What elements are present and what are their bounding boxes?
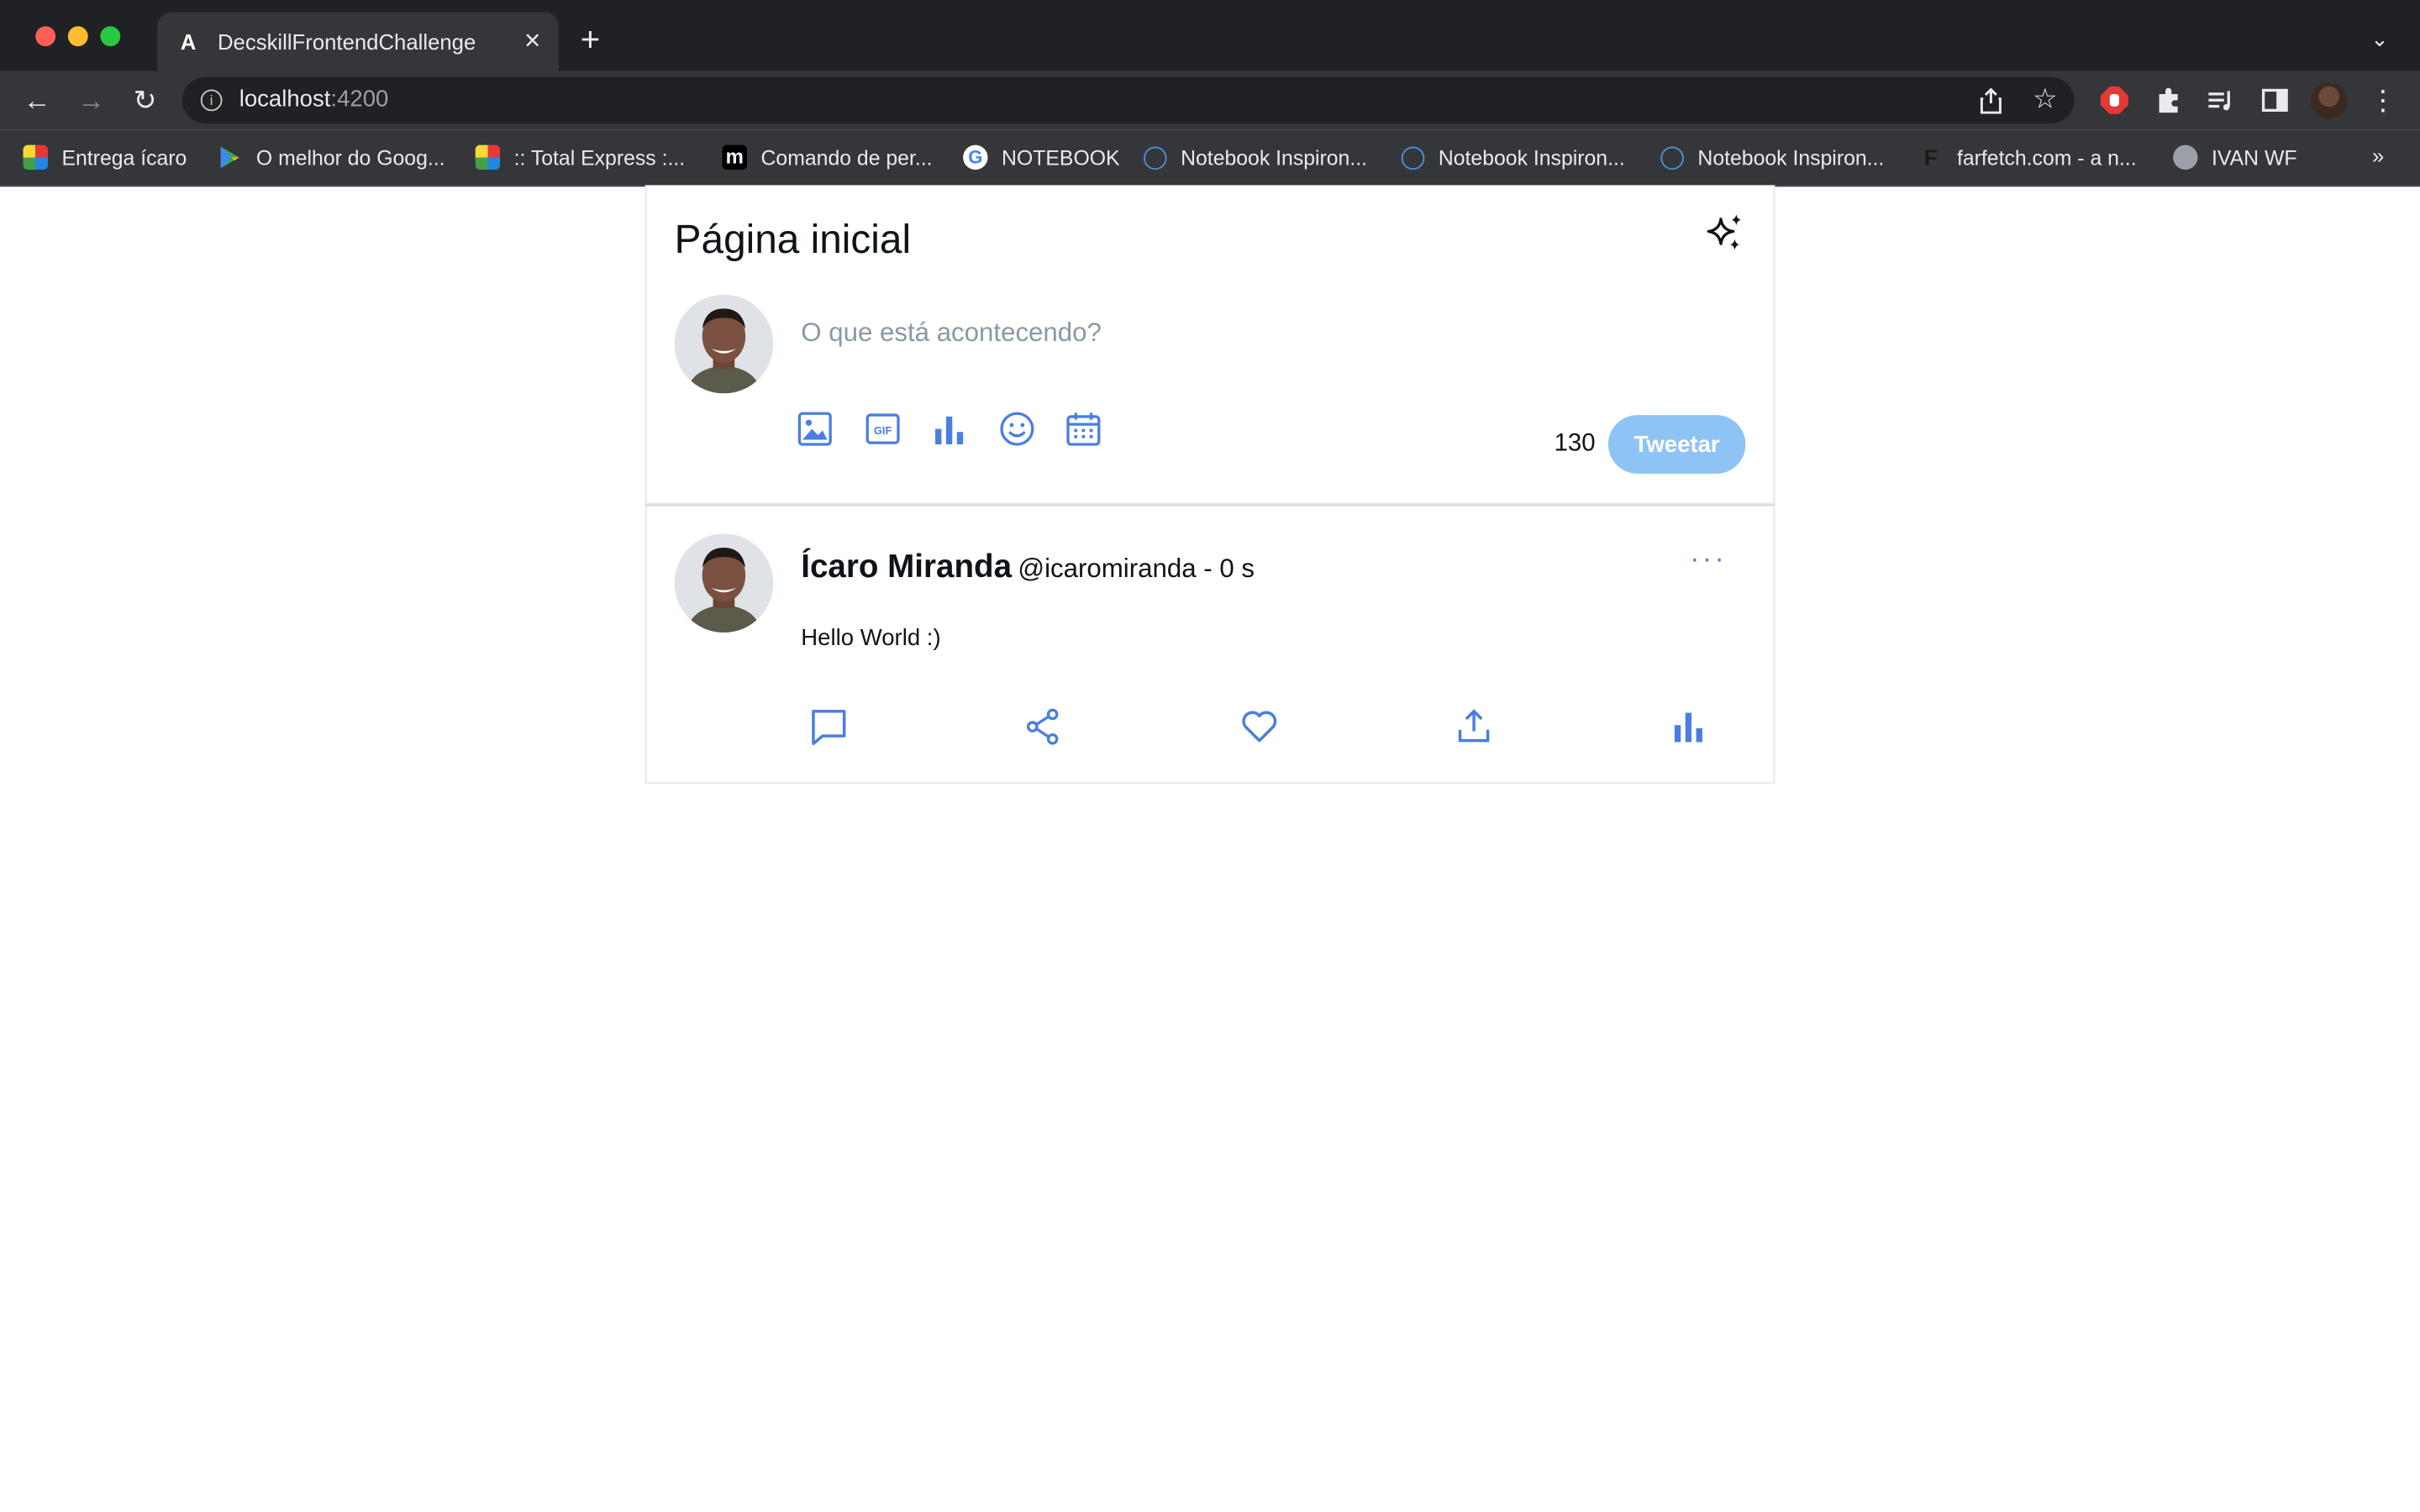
google-icon: G	[963, 144, 988, 171]
side-panel-icon[interactable]	[2261, 87, 2289, 114]
user-photo	[674, 294, 774, 394]
bookmark-label: Notebook Inspiron...	[1697, 145, 1885, 170]
profile-avatar[interactable]	[2310, 81, 2348, 119]
bookmark-item[interactable]: Notebook Inspiron...	[1660, 142, 1884, 173]
browser-tab-active[interactable]: A DecskillFrontendChallenge ×	[157, 12, 559, 71]
bookmark-label: IVAN WF	[2212, 145, 2297, 170]
bookmark-star-icon[interactable]: ☆	[2033, 83, 2058, 116]
tweet-header: Ícaro Miranda @icaromiranda - 0 s	[801, 549, 1255, 586]
globe-icon	[2173, 144, 2198, 171]
bookmark-label: Entrega ícaro	[61, 145, 187, 170]
dell-icon	[1144, 145, 1167, 170]
bookmark-item[interactable]: Notebook Inspiron...	[1401, 142, 1625, 173]
image-icon[interactable]	[797, 411, 834, 448]
close-window-button[interactable]	[35, 26, 56, 47]
browser-toolbar: ← → ↻ i localhost:4200 ☆ ⋮	[0, 71, 2420, 130]
angular-favicon-icon: A	[180, 29, 197, 55]
bookmark-label: farfetch.com - a n...	[1956, 145, 2137, 170]
bookmark-label: Comando de per...	[760, 145, 933, 170]
more-bookmarks-button[interactable]: »	[2372, 144, 2384, 168]
analytics-icon[interactable]	[1669, 706, 1709, 747]
schedule-icon[interactable]	[1065, 411, 1102, 448]
sparkle-icon[interactable]	[1706, 213, 1746, 253]
bookmark-item[interactable]: G NOTEBOOK	[963, 142, 1120, 173]
maximize-window-button[interactable]	[100, 26, 121, 47]
bookmark-item[interactable]: O melhor do Goog...	[218, 142, 445, 173]
tweet-text: Hello World :)	[801, 624, 941, 652]
bookmarks-bar: Entrega ícaro O melhor do Goog... :: Tot…	[0, 129, 2420, 187]
bookmark-item[interactable]: Entrega ícaro	[23, 142, 187, 173]
emoji-icon[interactable]	[998, 411, 1035, 448]
browser-titlebar: A DecskillFrontendChallenge × + ⌄	[0, 0, 2420, 71]
close-tab-icon[interactable]: ×	[518, 26, 546, 54]
user-avatar[interactable]	[674, 294, 774, 394]
page-title: Página inicial	[674, 216, 912, 263]
url-text[interactable]: localhost:4200	[239, 87, 389, 113]
author-handle-time: @icaromiranda - 0 s	[1018, 554, 1255, 584]
adblock-extension-icon[interactable]	[2100, 86, 2128, 114]
back-arrow-icon[interactable]: ←	[20, 83, 54, 117]
bookmark-label: O melhor do Goog...	[255, 145, 445, 170]
address-bar[interactable]: i localhost:4200 ☆	[182, 76, 2075, 123]
like-icon[interactable]	[1239, 706, 1280, 747]
bookmark-label: Notebook Inspiron...	[1181, 145, 1368, 170]
bookmark-item[interactable]: :: Total Express :...	[475, 142, 686, 173]
dell-icon	[1401, 145, 1425, 170]
farfetch-icon: F	[1923, 144, 1938, 171]
new-tab-button[interactable]: +	[581, 23, 601, 57]
tweet-card: Ícaro Miranda @icaromiranda - 0 s ··· Hel…	[644, 504, 1776, 785]
bookmark-item[interactable]: IVAN WF	[2173, 142, 2297, 173]
reply-icon[interactable]	[808, 706, 849, 747]
share-icon[interactable]	[1023, 706, 1064, 747]
tab-search-chevron-icon[interactable]: ⌄	[2370, 26, 2389, 52]
google-play-icon	[220, 146, 239, 169]
share-page-icon[interactable]	[1979, 87, 2003, 114]
tweet-button[interactable]: Tweetar	[1607, 415, 1746, 474]
colorful-logo-icon	[23, 144, 48, 171]
media-controls-icon[interactable]	[2207, 87, 2235, 114]
home-composer-card: Página inicial GIF	[644, 185, 1776, 505]
author-photo	[674, 533, 774, 633]
medium-icon: m	[722, 144, 747, 171]
browser-menu-icon[interactable]: ⋮	[2366, 83, 2400, 117]
bookmark-label: NOTEBOOK	[1002, 145, 1120, 170]
bookmark-label: Notebook Inspiron...	[1438, 145, 1625, 170]
compose-tweet-input[interactable]	[801, 318, 1604, 349]
poll-icon[interactable]	[931, 411, 968, 448]
site-info-icon[interactable]: i	[200, 89, 223, 112]
reload-icon[interactable]: ↻	[128, 83, 161, 117]
gif-icon[interactable]: GIF	[865, 411, 902, 448]
author-name[interactable]: Ícaro Miranda	[801, 549, 1012, 585]
extensions-puzzle-icon[interactable]	[2154, 87, 2182, 114]
bookmark-item[interactable]: F farfetch.com - a n...	[1918, 142, 2137, 173]
tab-title: DecskillFrontendChallenge	[217, 29, 476, 55]
minimize-window-button[interactable]	[67, 26, 88, 47]
forward-arrow-icon[interactable]: →	[74, 83, 108, 117]
character-count: 130	[1554, 430, 1596, 457]
colorful-logo-icon	[475, 144, 501, 171]
author-avatar[interactable]	[674, 533, 774, 633]
bookmark-item[interactable]: m Comando de per...	[722, 142, 933, 173]
bookmark-label: :: Total Express :...	[513, 145, 686, 170]
svg-text:GIF: GIF	[874, 424, 892, 437]
upload-icon[interactable]	[1454, 706, 1494, 747]
dell-icon	[1660, 145, 1684, 170]
more-options-icon[interactable]: ···	[1690, 543, 1727, 576]
bookmark-item[interactable]: Notebook Inspiron...	[1144, 142, 1367, 173]
